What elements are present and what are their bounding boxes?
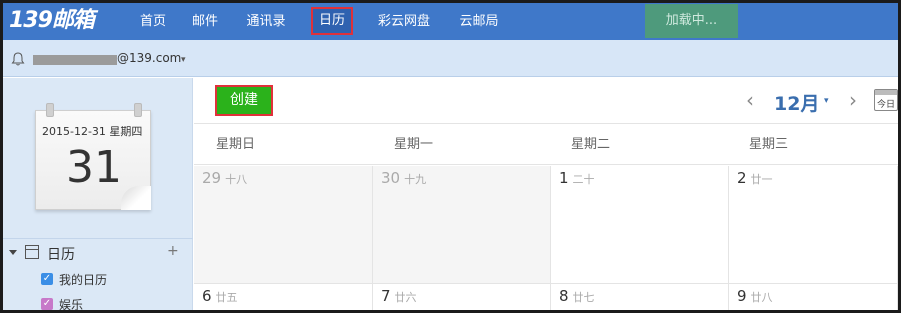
day-cell[interactable]: 2 廿一 bbox=[729, 166, 898, 284]
weekday-header-row: 星期日 星期一 星期二 星期三 bbox=[194, 125, 898, 165]
day-number: 9 bbox=[737, 287, 747, 305]
day-number: 30 bbox=[381, 169, 401, 187]
day-cell[interactable]: 7 廿六 bbox=[373, 284, 551, 310]
calendar-list-title: 日历 bbox=[47, 247, 75, 263]
loading-indicator: 加载中... bbox=[645, 4, 738, 38]
nav-contacts[interactable]: 通讯录 bbox=[235, 3, 297, 40]
weekday-header: 星期日 bbox=[216, 137, 256, 152]
calendar-checkbox[interactable]: ✓ bbox=[41, 273, 53, 285]
lunar-date: 十八 bbox=[225, 173, 248, 186]
day-number-line: 7 廿六 bbox=[381, 287, 417, 305]
today-icon-label: 今日 bbox=[877, 100, 896, 110]
top-nav-bar: 139邮箱 首页 邮件 通讯录 日历 彩云网盘 云邮局 加载中... bbox=[3, 3, 898, 40]
lunar-date: 廿六 bbox=[394, 291, 417, 304]
lunar-date: 廿一 bbox=[750, 173, 773, 186]
lunar-date: 十九 bbox=[404, 173, 427, 186]
account-email[interactable]: @139.com bbox=[117, 51, 181, 65]
create-button[interactable]: 创建 bbox=[215, 85, 273, 116]
day-cell[interactable]: 30 十九 bbox=[373, 166, 551, 284]
calendar-list-header[interactable]: 日历 + bbox=[3, 240, 193, 266]
day-number: 1 bbox=[559, 169, 569, 187]
current-date-text: 2015-12-31 星期四 bbox=[42, 125, 143, 138]
calendar-icon bbox=[25, 245, 39, 259]
account-name-redacted bbox=[33, 55, 117, 65]
next-month-icon[interactable]: › bbox=[849, 88, 857, 112]
day-number: 29 bbox=[202, 169, 222, 187]
divider bbox=[3, 238, 193, 239]
date-card: 2015-12-31 星期四 31 bbox=[35, 103, 151, 210]
add-calendar-button[interactable]: + bbox=[167, 243, 179, 259]
binder-ring-icon bbox=[46, 103, 54, 117]
bell-icon[interactable] bbox=[11, 52, 25, 66]
day-cell[interactable]: 29 十八 bbox=[194, 166, 373, 284]
day-cell[interactable]: 1 二十 bbox=[551, 166, 729, 284]
day-number-line: 1 二十 bbox=[559, 169, 595, 187]
day-cell[interactable]: 9 廿八 bbox=[729, 284, 898, 310]
binder-ring-icon bbox=[134, 103, 142, 117]
sidebar: 2015-12-31 星期四 31 日历 + ✓ 我的日历 ✓ 娱乐 bbox=[3, 78, 193, 312]
nav-calendar[interactable]: 日历 bbox=[311, 7, 354, 35]
nav-mail[interactable]: 邮件 bbox=[183, 3, 227, 40]
day-number-line: 9 廿八 bbox=[737, 287, 773, 305]
day-number-line: 29 十八 bbox=[202, 169, 247, 187]
lunar-date: 廿八 bbox=[750, 291, 773, 304]
calendar-item-label: 娱乐 bbox=[59, 298, 84, 312]
chevron-down-icon[interactable]: ▾ bbox=[824, 96, 829, 106]
today-calendar-icon[interactable]: 今日 bbox=[874, 89, 898, 111]
calendar-main: 创建 ‹ 12月 ▾ › 今日 星期日 星期一 星期二 星期三 29 十八 30 十… bbox=[194, 78, 898, 310]
collapse-triangle-icon[interactable] bbox=[9, 250, 17, 255]
lunar-date: 二十 bbox=[572, 173, 595, 186]
chevron-down-icon[interactable]: ▾ bbox=[181, 55, 186, 65]
weekday-header: 星期一 bbox=[394, 137, 434, 152]
current-day-number: 31 bbox=[66, 142, 122, 193]
nav-home[interactable]: 首页 bbox=[127, 3, 179, 40]
day-number-line: 8 廿七 bbox=[559, 287, 595, 305]
nav-cloud-post[interactable]: 云邮局 bbox=[449, 3, 509, 40]
day-number: 7 bbox=[381, 287, 391, 305]
day-number-line: 6 廿五 bbox=[202, 287, 238, 305]
lunar-date: 廿七 bbox=[572, 291, 595, 304]
day-number: 6 bbox=[202, 287, 212, 305]
calendar-checkbox[interactable]: ✓ bbox=[41, 298, 53, 310]
lunar-date: 廿五 bbox=[215, 291, 238, 304]
nav-cloud-drive[interactable]: 彩云网盘 bbox=[367, 3, 441, 40]
account-bar: @139.com ▾ bbox=[3, 40, 898, 77]
weekday-header: 星期三 bbox=[749, 137, 789, 152]
logo[interactable]: 139邮箱 bbox=[9, 5, 95, 37]
month-selector[interactable]: 12月 bbox=[774, 89, 819, 116]
day-cell[interactable]: 6 廿五 bbox=[194, 284, 373, 310]
window-frame: 139邮箱 首页 邮件 通讯录 日历 彩云网盘 云邮局 加载中... @139.… bbox=[0, 0, 901, 313]
prev-month-icon[interactable]: ‹ bbox=[746, 88, 754, 112]
day-number-line: 2 廿一 bbox=[737, 169, 773, 187]
calendar-toolbar: 创建 ‹ 12月 ▾ › 今日 bbox=[194, 78, 898, 124]
weekday-header: 星期二 bbox=[571, 137, 611, 152]
day-cell[interactable]: 8 廿七 bbox=[551, 284, 729, 310]
day-number: 8 bbox=[559, 287, 569, 305]
month-grid: 29 十八 30 十九 1 二十 2 廿一 6 廿五 7 廿六 8 廿七 9 廿八 bbox=[194, 166, 898, 310]
calendar-item-label: 我的日历 bbox=[59, 273, 108, 287]
day-number-line: 30 十九 bbox=[381, 169, 426, 187]
day-number: 2 bbox=[737, 169, 747, 187]
